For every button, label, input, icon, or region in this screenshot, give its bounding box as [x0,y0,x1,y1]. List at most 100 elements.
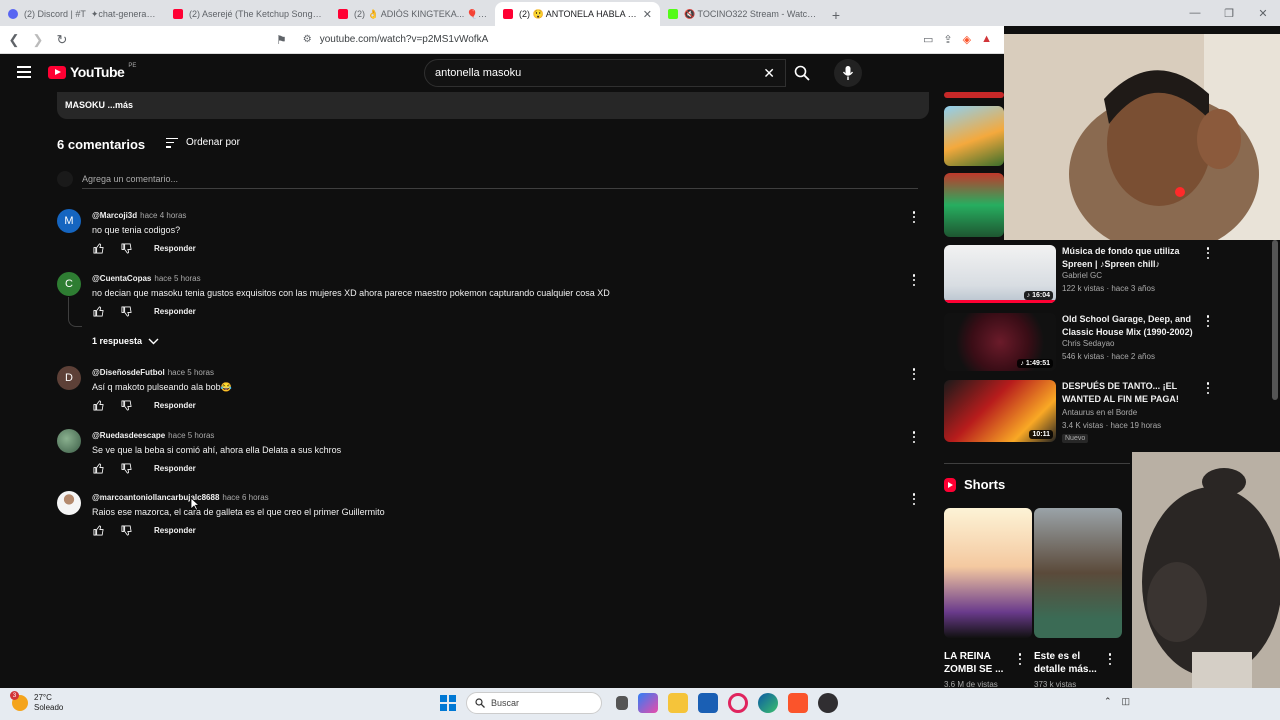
brave-rewards-icon[interactable]: ▲ [981,33,992,46]
like-icon[interactable] [92,462,104,474]
copilot-icon[interactable] [638,693,658,713]
site-info-icon[interactable]: ⚙ [303,34,312,45]
show-more-link[interactable]: ...más [108,100,134,110]
related-video[interactable]: 10:11 DESPUÉS DE TANTO... ¡EL WANTED AL … [944,380,1280,444]
comment-time[interactable]: hace 5 horas [154,274,200,283]
browser-tab[interactable]: (2) Discord | #T ✦chat-general | TO [0,2,165,26]
short-more-icon[interactable] [1018,653,1022,665]
youtube-logo[interactable]: YouTube PE [48,63,136,80]
share-icon[interactable]: ⇪ [943,33,952,46]
short-card[interactable]: Este es el detalle más... 373 k vistas [1034,508,1122,689]
video-description[interactable]: MASOKU ...más [57,92,929,119]
windows-start-icon[interactable] [440,695,456,711]
reply-button[interactable]: Responder [154,244,196,253]
like-icon[interactable] [92,524,104,536]
search-input[interactable]: antonella masoku ✕ [424,59,786,87]
browser-tab[interactable]: (2) 👌 ADIÓS KINGTEKA... 🎈 ¿Zein [330,2,495,26]
short-card[interactable]: LA REINA ZOMBI SE ... 3.6 M de vistas [944,508,1032,689]
like-icon[interactable] [92,305,104,317]
close-tab-icon[interactable]: ✕ [643,8,652,21]
video-thumbnail[interactable]: 10:11 [944,380,1056,442]
comment-time[interactable]: hace 5 horas [168,431,214,440]
edge-icon[interactable] [758,693,778,713]
comment-author[interactable]: @DiseñosdeFutbol [92,368,165,377]
short-more-icon[interactable] [1108,653,1112,665]
obs-icon[interactable] [818,693,838,713]
channel-name[interactable]: Chris Sedayao [1062,339,1114,348]
reply-button[interactable]: Responder [154,401,196,410]
video-thumbnail[interactable]: ♪ 1:49:51 [944,313,1056,371]
avatar[interactable] [57,429,81,453]
video-more-icon[interactable] [1206,315,1210,327]
comment-author[interactable]: @Ruedasdeescape [92,431,165,440]
chevron-up-icon[interactable]: ⌃ [1104,696,1112,707]
comment-time[interactable]: hace 5 horas [168,368,214,377]
comment-more-icon[interactable] [909,211,919,223]
dislike-icon[interactable] [120,399,132,411]
video-thumbnail[interactable]: ♪ 16:04 [944,245,1056,303]
avatar[interactable]: D [57,366,81,390]
new-tab-button[interactable]: + [825,4,847,26]
url-field[interactable]: ⚑ ⚙ youtube.com/watch?v=p2MS1vWofkA [86,33,923,47]
short-title[interactable]: Este es el detalle más... [1034,650,1102,676]
maximize-icon[interactable]: ❐ [1212,0,1246,26]
comment-more-icon[interactable] [909,493,919,505]
short-thumbnail[interactable] [944,508,1032,638]
comment-author[interactable]: @Marcoji3d [92,211,137,220]
hamburger-menu-icon[interactable] [17,66,31,78]
avatar[interactable]: C [57,272,81,296]
reply-button[interactable]: Responder [154,526,196,535]
back-icon[interactable]: ❮ [4,30,24,50]
comment-more-icon[interactable] [909,274,919,286]
comment-time[interactable]: hace 6 horas [222,493,268,502]
taskbar-search[interactable]: Buscar [466,692,602,714]
comment-more-icon[interactable] [909,431,919,443]
browser-tab-active[interactable]: (2) 😲 ANTONELA HABLA DE M/✕ [495,2,660,26]
show-replies-button[interactable]: 1 respuesta [92,336,159,346]
short-thumbnail[interactable] [1034,508,1122,638]
dislike-icon[interactable] [120,462,132,474]
bookmark-icon[interactable]: ⚑ [276,33,287,47]
cast-icon[interactable]: ▭ [923,33,933,46]
network-icon[interactable]: ◫ [1121,696,1130,707]
comment-author[interactable]: @CuentaCopas [92,274,151,283]
like-icon[interactable] [92,399,104,411]
related-video[interactable]: ♪ 1:49:51 Old School Garage, Deep, and C… [944,313,1280,373]
store-icon[interactable] [698,693,718,713]
channel-name[interactable]: Antaurus en el Borde [1062,408,1137,417]
short-title[interactable]: LA REINA ZOMBI SE ... [944,650,1012,676]
dislike-icon[interactable] [120,242,132,254]
voice-search-button[interactable] [834,59,862,87]
clear-search-icon[interactable]: ✕ [763,65,775,82]
brave-icon[interactable] [788,693,808,713]
file-explorer-icon[interactable] [668,693,688,713]
browser-tab[interactable]: 🔇 TOCINO322 Stream - Watch Live [660,2,825,26]
channel-name[interactable]: Gabriel GC [1062,271,1102,280]
reply-button[interactable]: Responder [154,464,196,473]
minimize-icon[interactable]: — [1178,0,1212,26]
like-icon[interactable] [92,242,104,254]
video-thumbnail[interactable] [944,92,1004,98]
reload-icon[interactable]: ↻ [52,30,72,50]
brave-shield-icon[interactable]: ◈ [963,33,971,46]
video-thumbnail[interactable] [944,106,1004,166]
video-title[interactable]: Música de fondo que utiliza Spreen | ♪Sp… [1062,245,1202,271]
avatar[interactable]: M [57,209,81,233]
avatar[interactable] [57,491,81,515]
video-more-icon[interactable] [1206,382,1210,394]
sidebar-scrollbar[interactable] [1272,240,1278,400]
comment-more-icon[interactable] [909,368,919,380]
dislike-icon[interactable] [120,524,132,536]
video-more-icon[interactable] [1206,247,1210,259]
video-thumbnail[interactable] [944,173,1004,237]
comment-time[interactable]: hace 4 horas [140,211,186,220]
dislike-icon[interactable] [120,305,132,317]
browser-tab[interactable]: (2) Aserejé (The Ketchup Song) (Span [165,2,330,26]
related-video[interactable]: ♪ 16:04 Música de fondo que utiliza Spre… [944,245,1280,305]
sort-comments-button[interactable]: Ordenar por [166,137,240,148]
comment-author[interactable]: @marcoantoniollancarbujalc8688 [92,493,219,502]
video-title[interactable]: Old School Garage, Deep, and Classic Hou… [1062,313,1202,339]
search-button[interactable] [786,59,818,87]
close-window-icon[interactable]: ✕ [1246,0,1280,26]
weather-widget[interactable]: 3 27°C Soleado [10,691,63,713]
